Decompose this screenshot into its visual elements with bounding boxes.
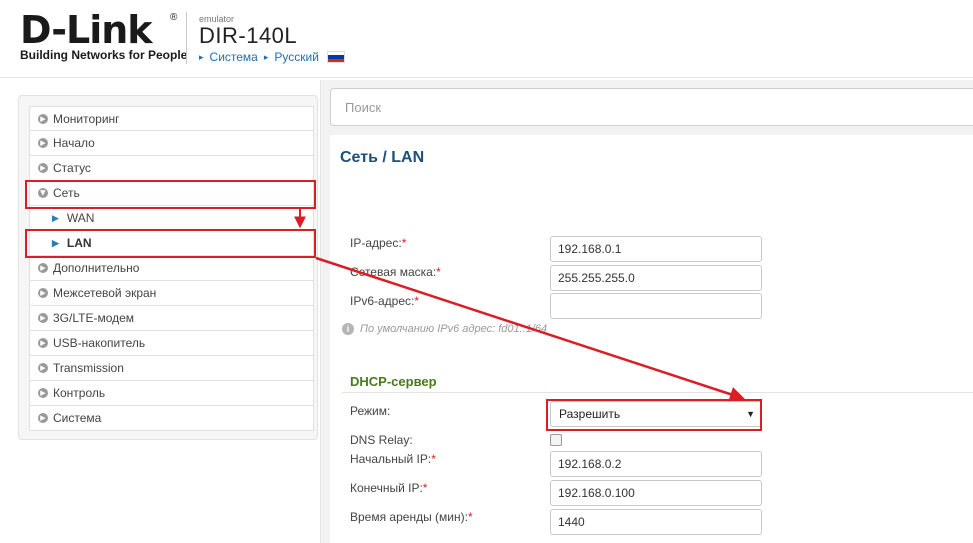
chevron-circle-icon: ▶ [38,263,48,273]
chevron-right-icon: ▶ [52,237,59,248]
sidebar-menu: ▶ Мониторинг ▶ Начало ▶ Статус ▶ Сеть ▶ … [29,106,314,431]
sidebar-item-label: Сеть [53,186,80,200]
dhcp-mode-select[interactable]: Разрешить ▼ [550,401,762,427]
logo-text: D-Link [20,8,153,52]
chevron-circle-icon: ▶ [38,313,48,323]
sidebar-item-advanced[interactable]: ▶ Дополнительно [29,256,314,281]
info-icon: i [342,323,354,335]
chevron-circle-icon: ▶ [38,163,48,173]
chevron-circle-icon: ▶ [38,413,48,423]
page-title-separator: / [382,149,387,166]
header-divider [186,12,187,64]
chevron-right-icon: ▸ [263,51,269,62]
sidebar-item-start[interactable]: ▶ Начало [29,131,314,156]
sidebar-item-label: Система [53,411,102,425]
sidebar-item-label: WAN [66,211,95,225]
language-link[interactable]: Русский [274,50,319,64]
sidebar-item-label: Статус [53,161,91,175]
content-area: Поиск Сеть / LAN IP-адрес:* Сетевая маск… [320,80,973,543]
start-ip-input[interactable] [550,451,762,477]
model-block: emulator DIR-140L ▸ Система ▸ Русский [199,14,345,64]
ipv6-address-input[interactable] [550,293,762,319]
dhcp-mode-value: Разрешить [559,407,621,421]
sidebar-item-label: Межсетевой экран [53,286,157,300]
logo-registered-mark: ® [170,12,178,23]
sidebar-item-status[interactable]: ▶ Статус [29,156,314,181]
chevron-circle-icon: ▶ [38,113,48,124]
chevron-circle-icon: ▶ [38,138,48,148]
chevron-circle-icon: ▶ [38,388,48,398]
sidebar-item-lan[interactable]: ▶ LAN [29,231,314,256]
end-ip-input[interactable] [550,480,762,506]
sidebar-item-label: Мониторинг [53,111,120,126]
subnet-mask-label: Сетевая маска:* [350,265,441,279]
header: D-Link ® Building Networks for People em… [0,0,973,78]
chevron-circle-down-icon: ▶ [38,188,48,198]
sidebar-item-label: USB-накопитель [53,336,146,350]
dropdown-arrow-icon: ▼ [746,409,755,419]
search-input[interactable]: Поиск [330,88,973,126]
sidebar-item-control[interactable]: ▶ Контроль [29,381,314,406]
model-name: DIR-140L [199,23,298,48]
page-title: Сеть / LAN [340,149,424,167]
sidebar-item-system[interactable]: ▶ Система [29,406,314,431]
logo-tagline: Building Networks for People [20,48,188,62]
chevron-circle-icon: ▶ [38,338,48,348]
chevron-right-icon: ▸ [199,51,204,62]
sidebar-item-label: Начало [53,136,95,150]
dlink-logo: D-Link ® Building Networks for People [20,10,187,62]
chevron-circle-icon: ▶ [38,363,48,373]
sidebar-item-label: LAN [66,236,92,250]
sidebar-item-label: Transmission [53,361,124,375]
start-ip-label: Начальный IP:* [350,452,436,466]
subnet-mask-input[interactable] [550,265,762,291]
lease-time-input[interactable] [550,509,762,535]
sidebar-item-label: 3G/LTE-модем [53,311,135,325]
dns-relay-label: DNS Relay: [350,433,413,447]
page-title-section: Сеть [340,149,378,166]
header-links: ▸ Система ▸ Русский [199,50,345,64]
sidebar-item-transmission[interactable]: ▶ Transmission [29,356,314,381]
sidebar-item-wan[interactable]: ▶ WAN [29,206,314,231]
settings-panel: Сеть / LAN IP-адрес:* Сетевая маска:* IP… [330,135,973,543]
russian-flag-icon[interactable] [326,51,345,63]
sidebar-item-monitoring[interactable]: ▶ Мониторинг [29,106,314,131]
sidebar-item-usb-storage[interactable]: ▶ USB-накопитель [29,331,314,356]
sidebar-item-firewall[interactable]: ▶ Межсетевой экран [29,281,314,306]
ipv6-address-label: IPv6-адрес:* [350,294,420,308]
sidebar-item-3g-lte-modem[interactable]: ▶ 3G/LTE-модем [29,306,314,331]
sidebar-item-label: Дополнительно [53,261,140,275]
ip-address-input[interactable] [550,236,762,262]
sidebar-item-label: Контроль [53,386,106,400]
system-link[interactable]: Система [210,50,258,64]
chevron-circle-icon: ▶ [38,288,48,298]
end-ip-label: Конечный IP:* [350,481,428,495]
ip-address-label: IP-адрес:* [350,236,407,250]
ipv6-hint-text: По умолчанию IPv6 адрес: fd01::1/64 [360,323,548,335]
dns-relay-checkbox[interactable] [550,434,562,446]
section-divider [342,392,973,393]
chevron-right-icon: ▶ [52,212,59,223]
dhcp-mode-label: Режим: [350,404,391,418]
search-placeholder: Поиск [345,99,382,115]
ipv6-hint: i По умолчанию IPv6 адрес: fd01::1/64 [342,323,547,335]
sidebar-item-network[interactable]: ▶ Сеть [29,181,314,206]
sidebar: ▶ Мониторинг ▶ Начало ▶ Статус ▶ Сеть ▶ … [18,95,318,440]
lease-time-label: Время аренды (мин):* [350,510,473,524]
page-title-page: LAN [391,149,425,166]
dhcp-section-title: DHCP-сервер [350,374,437,389]
